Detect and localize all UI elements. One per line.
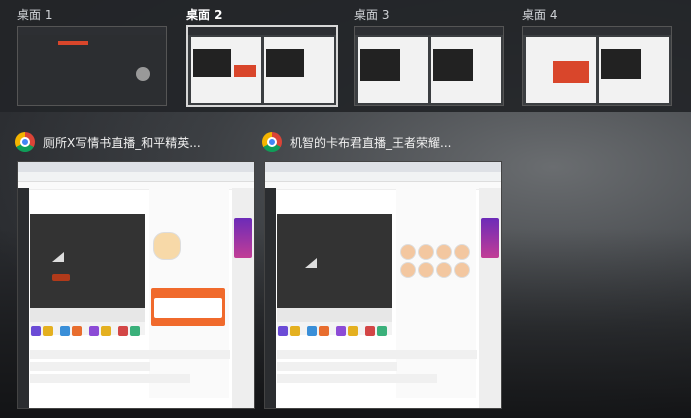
video-player xyxy=(277,214,392,308)
window-2-title: 机智的卡布君直播_王者荣耀... xyxy=(290,135,452,150)
window-2-titlebar[interactable]: 机智的卡布君直播_王者荣耀... xyxy=(262,128,500,156)
window-1-preview[interactable] xyxy=(17,161,255,409)
desktop-1-thumbnail[interactable] xyxy=(17,26,167,106)
window-1[interactable]: 厕所X写情书直播_和平精英... xyxy=(15,128,255,409)
desktop-2-thumbnail[interactable] xyxy=(186,25,338,107)
desktop-3-label: 桌面 3 xyxy=(354,8,390,22)
desktop-3-thumbnail[interactable] xyxy=(354,26,504,106)
chrome-icon xyxy=(262,132,282,152)
window-1-titlebar[interactable]: 厕所X写情书直播_和平精英... xyxy=(15,128,253,156)
desktop-4-label: 桌面 4 xyxy=(522,8,558,22)
desktop-1-label: 桌面 1 xyxy=(17,8,53,22)
virtual-desktop-bar: 桌面 1 桌面 2 桌面 3 桌面 4 xyxy=(0,0,691,112)
video-player xyxy=(30,214,145,308)
desktop-4-thumbnail[interactable] xyxy=(522,26,672,106)
chrome-icon xyxy=(15,132,35,152)
window-2-preview[interactable] xyxy=(264,161,502,409)
desktop-2-label: 桌面 2 xyxy=(186,8,223,22)
window-1-title: 厕所X写情书直播_和平精英... xyxy=(43,135,201,150)
window-2[interactable]: 机智的卡布君直播_王者荣耀... xyxy=(262,128,502,409)
